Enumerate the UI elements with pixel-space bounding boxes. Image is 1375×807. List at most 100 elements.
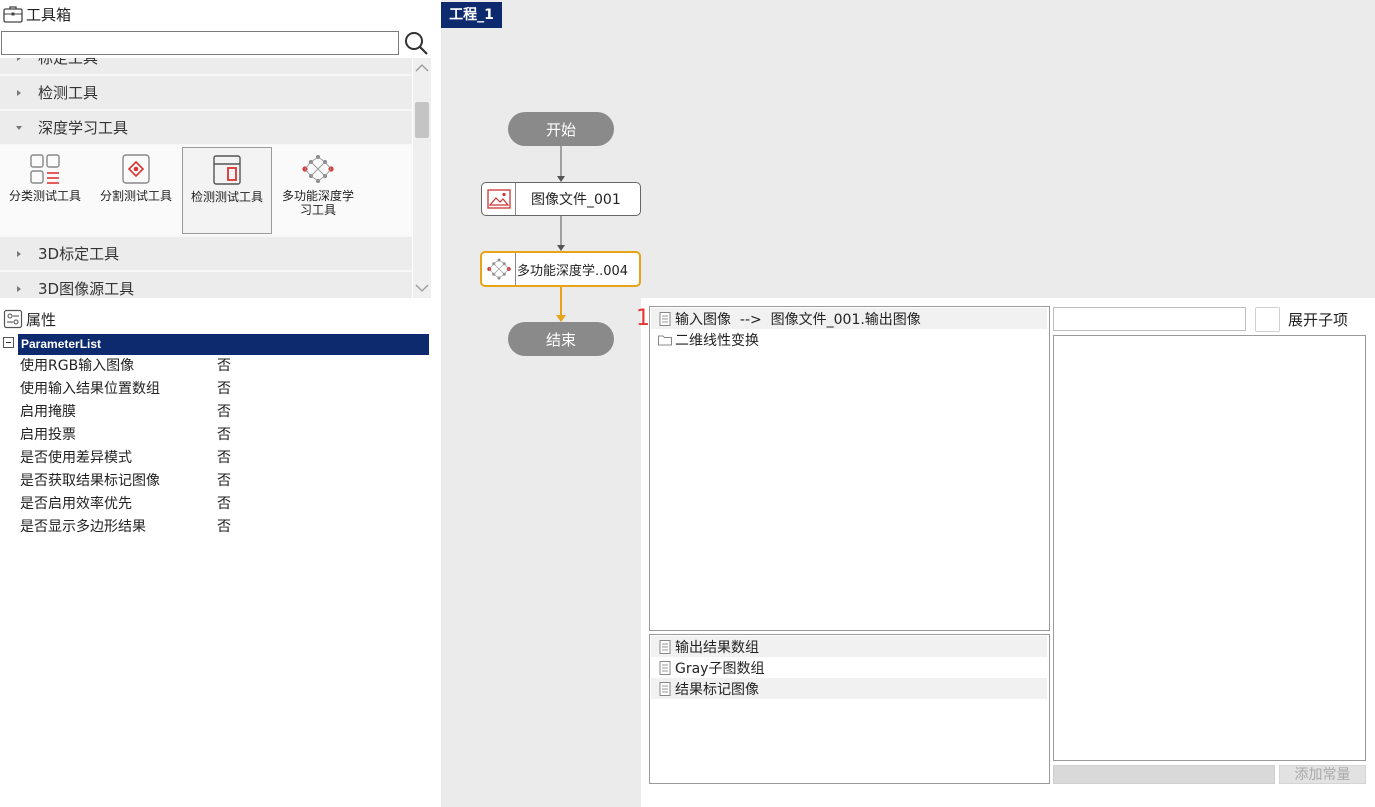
tool-category-list: 标定工具 检测工具 深度学习工具 分类测试工具 分割测试工具 检测测试工具 多功… [0, 58, 412, 298]
toolbox-icon [3, 6, 23, 23]
deep-learning-tools: 分类测试工具 分割测试工具 检测测试工具 多功能深度学习工具 [0, 145, 412, 235]
property-row[interactable]: 使用RGB输入图像 否 [20, 355, 420, 378]
toolbox-header: 工具箱 [0, 0, 440, 28]
output-item[interactable]: 结果标记图像 [651, 678, 1047, 699]
tool-label: 检测测试工具 [190, 190, 263, 204]
segment-icon [122, 154, 150, 184]
tool-label: 分割测试工具 [99, 189, 172, 203]
expanded-arrow-icon [16, 125, 22, 130]
doc-icon [659, 639, 671, 654]
constant-input[interactable] [1053, 765, 1275, 784]
flow-node-end[interactable]: 结束 [508, 322, 614, 356]
input-item[interactable]: 输入图像 --> 图像文件_001.输出图像 [651, 308, 1047, 329]
image-icon [486, 189, 511, 209]
property-key: 启用掩膜 [20, 404, 76, 420]
property-row[interactable]: 使用输入结果位置数组 否 [20, 378, 420, 401]
toolbox-title: 工具箱 [26, 5, 72, 24]
app-window: 工具箱 标定工具 检测工具 深度学习工具 分类测试工具 分割测试工具 检测测试工… [0, 0, 1375, 807]
output-item[interactable]: 输出结果数组 [651, 636, 1047, 657]
property-row[interactable]: 启用投票 否 [20, 424, 420, 447]
category-detection[interactable]: 检测工具 [0, 76, 412, 109]
parameter-list-header[interactable]: ParameterList [18, 334, 429, 355]
collapsed-arrow-icon [17, 285, 21, 292]
filter-input[interactable] [1053, 307, 1246, 331]
property-key: 使用RGB输入图像 [20, 358, 135, 374]
classify-icon [30, 154, 60, 184]
collapsed-arrow-icon [17, 89, 21, 96]
tab-project[interactable]: 工程_1 [441, 2, 502, 28]
property-value[interactable]: 否 [217, 447, 231, 470]
category-label: 检测工具 [38, 84, 99, 102]
scroll-thumb[interactable] [415, 102, 429, 138]
property-key: 是否启用效率优先 [20, 496, 132, 512]
multi-dl-icon [302, 155, 334, 183]
input-label: 输入图像 --> 图像文件_001.输出图像 [675, 311, 921, 328]
property-row[interactable]: 启用掩膜 否 [20, 401, 420, 424]
flow-node-multi-dl[interactable]: 多功能深度学..004 [480, 251, 641, 287]
property-grid: ParameterList 使用RGB输入图像否 使用输入结果位置数组否 启用掩… [0, 332, 430, 807]
category-calibration[interactable]: 标定工具 [0, 58, 412, 74]
property-key: 使用输入结果位置数组 [20, 381, 160, 397]
input-list: 输入图像 --> 图像文件_001.输出图像 二维线性变换 [649, 306, 1050, 631]
folder-icon [658, 335, 672, 345]
step-badge: 1 [636, 306, 650, 331]
tool-label: 分类测试工具 [8, 189, 81, 203]
flow-node-start[interactable]: 开始 [508, 112, 614, 146]
collapsed-arrow-icon [17, 250, 21, 257]
property-value[interactable]: 否 [217, 470, 231, 493]
category-label: 3D图像源工具 [38, 280, 135, 298]
input-label: 二维线性变换 [675, 332, 759, 349]
properties-header: 属性 [0, 307, 440, 331]
source-list[interactable] [1053, 335, 1366, 761]
property-key: 是否显示多边形结果 [20, 519, 146, 535]
category-label: 3D标定工具 [38, 245, 120, 263]
search-icon[interactable] [403, 30, 429, 56]
category-label: 标定工具 [38, 58, 99, 67]
collapse-toggle-icon[interactable] [3, 337, 14, 348]
property-key: 是否获取结果标记图像 [20, 473, 160, 489]
input-item[interactable]: 二维线性变换 [651, 329, 1047, 350]
scroll-up-icon[interactable] [413, 60, 431, 76]
property-value[interactable]: 否 [217, 355, 231, 378]
doc-icon [659, 660, 671, 675]
output-label: 结果标记图像 [675, 681, 759, 698]
scroll-down-icon[interactable] [413, 280, 431, 296]
node-label: 多功能深度学..004 [517, 263, 629, 279]
property-value[interactable]: 否 [217, 378, 231, 401]
category-deep-learning[interactable]: 深度学习工具 [0, 111, 412, 144]
property-row[interactable]: 是否启用效率优先 否 [20, 493, 420, 516]
category-3d-image-source[interactable]: 3D图像源工具 [0, 272, 412, 298]
tool-search-input[interactable] [1, 31, 399, 55]
property-row[interactable]: 是否显示多边形结果 否 [20, 516, 420, 539]
property-value[interactable]: 否 [217, 516, 231, 539]
expand-children-label: 展开子项 [1288, 311, 1349, 329]
property-key: 是否使用差异模式 [20, 450, 132, 466]
node-label: 图像文件_001 [531, 192, 621, 208]
property-key: 启用投票 [20, 427, 76, 443]
properties-title: 属性 [26, 310, 57, 329]
detect-icon [213, 155, 241, 185]
tool-classify[interactable]: 分类测试工具 [0, 147, 90, 234]
properties-icon [3, 309, 23, 329]
property-value[interactable]: 否 [217, 493, 231, 516]
tool-segment[interactable]: 分割测试工具 [91, 147, 181, 234]
property-row[interactable]: 是否获取结果标记图像 否 [20, 470, 420, 493]
multi-dl-icon [486, 258, 511, 280]
expand-children-checkbox[interactable] [1255, 307, 1280, 332]
category-label: 深度学习工具 [38, 119, 129, 137]
flow-node-image-file[interactable]: 图像文件_001 [481, 182, 641, 216]
output-item[interactable]: Gray子图数组 [651, 657, 1047, 678]
doc-icon [659, 311, 671, 326]
category-3d-calibration[interactable]: 3D标定工具 [0, 237, 412, 270]
property-value[interactable]: 否 [217, 401, 231, 424]
output-label: Gray子图数组 [675, 660, 765, 677]
toolbox-scrollbar[interactable] [413, 58, 431, 298]
doc-icon [659, 681, 671, 696]
collapsed-arrow-icon [17, 58, 21, 61]
tool-label: 多功能深度学习工具 [281, 189, 354, 217]
add-constant-button[interactable]: 添加常量 [1279, 765, 1366, 784]
property-row[interactable]: 是否使用差异模式 否 [20, 447, 420, 470]
tool-detect[interactable]: 检测测试工具 [182, 147, 272, 234]
property-value[interactable]: 否 [217, 424, 231, 447]
tool-multi-dl[interactable]: 多功能深度学习工具 [273, 147, 363, 234]
